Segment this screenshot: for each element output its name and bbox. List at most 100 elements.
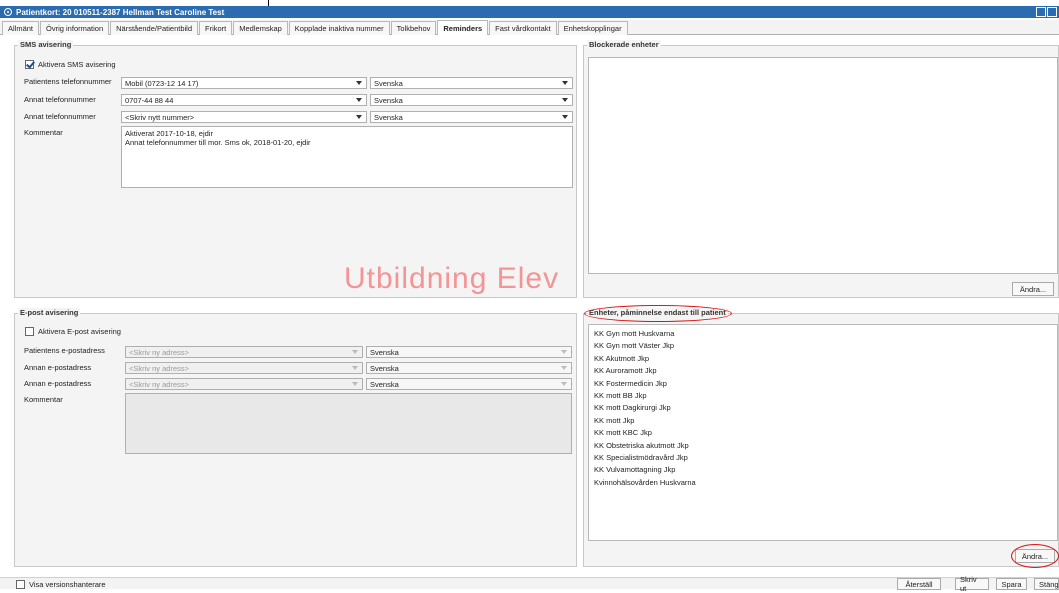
tab-narstaende[interactable]: Närstående/Patientbild [110,21,199,35]
email-address-select-2[interactable]: <Skriv ny adress> [125,362,363,374]
annotation-ellipse-button [1011,544,1059,568]
sms-comment-line: Aktiverat 2017-10-18, ejdir [125,129,213,138]
chevron-down-icon [562,98,568,102]
email-language-select-1[interactable]: Svenska [366,346,572,358]
email-language-value: Svenska [370,347,399,357]
chevron-down-icon [561,382,567,386]
email-language-value: Svenska [370,379,399,389]
list-item[interactable]: KK Vulvamottagning Jkp [589,464,1057,476]
chevron-down-icon [356,115,362,119]
email-address-value: <Skriv ny adress> [129,379,190,389]
sms-phone-value: Mobil (0723-12 14 17) [125,78,199,88]
sms-language-value: Svenska [374,78,403,88]
sms-comment-textarea[interactable]: Aktiverat 2017-10-18, ejdir Annat telefo… [121,126,573,188]
email-address-value: <Skriv ny adress> [129,363,190,373]
app-icon [4,8,12,16]
chevron-down-icon [352,382,358,386]
sms-phone-select-3[interactable]: <Skriv nytt nummer> [121,111,367,123]
email-panel-title: E-post avisering [18,308,81,317]
sms-comment-label: Kommentar [24,128,63,137]
window-titlebar: Patientkort: 20 010511-2387 Hellman Test… [0,6,1059,18]
sms-activate-label: Aktivera SMS avisering [38,60,116,69]
sms-language-select-1[interactable]: Svenska [370,77,573,89]
tab-allmant[interactable]: Allmänt [2,21,40,35]
blocked-change-button[interactable]: Ändra... [1012,282,1054,296]
list-item[interactable]: KK Auroramott Jkp [589,365,1057,377]
blocked-units-title: Blockerade enheter [587,40,661,49]
print-button[interactable]: Skriv ut [955,575,989,593]
tab-medlemskap[interactable]: Medlemskap [233,21,288,35]
list-item[interactable]: KK mott KBC Jkp [589,427,1057,439]
reminder-units-panel: Enheter, påminnelse endast till patient … [583,308,1059,567]
sms-phone-value: <Skriv nytt nummer> [125,112,195,122]
email-row-label: Patientens e-postadress [24,346,105,355]
email-address-select-1[interactable]: <Skriv ny adress> [125,346,363,358]
tab-kopplade-inaktiva[interactable]: Kopplade inaktiva nummer [288,21,390,35]
email-activate-row[interactable]: Aktivera E-post avisering [25,327,121,336]
blocked-units-list[interactable] [588,57,1058,274]
tab-bar: Allmänt Övrig information Närstående/Pat… [0,20,1059,35]
tab-frikort[interactable]: Frikort [199,21,233,35]
list-item[interactable]: KK mott Dagkirurgi Jkp [589,402,1057,414]
close-button[interactable]: Stäng [1034,578,1059,590]
tab-fast-vardkontakt[interactable]: Fast vårdkontakt [489,21,557,35]
training-watermark: Utbildning Elev [344,262,560,295]
email-row-label: Annan e-postadress [24,363,92,372]
list-item[interactable]: KK Obstetriska akutmott Jkp [589,440,1057,452]
list-item[interactable]: Kvinnohälsovården Huskvarna [589,477,1057,489]
version-label: Visa versionshanterare [29,580,106,589]
email-comment-textarea[interactable] [125,393,572,454]
tab-reminders[interactable]: Reminders [437,20,489,35]
email-address-value: <Skriv ny adress> [129,347,190,357]
reminder-units-list[interactable]: KK Gyn mott Huskvarna KK Gyn mott Väster… [588,324,1058,541]
footer-bar: Visa versionshanterare Återställ Skriv u… [0,575,1059,593]
chevron-down-icon [352,350,358,354]
email-address-select-3[interactable]: <Skriv ny adress> [125,378,363,390]
save-button[interactable]: Spara [996,578,1027,590]
email-language-select-2[interactable]: Svenska [366,362,572,374]
sms-phone-select-1[interactable]: Mobil (0723-12 14 17) [121,77,367,89]
reset-button[interactable]: Återställ [897,578,941,590]
list-item[interactable]: KK Fostermedicin Jkp [589,378,1057,390]
sms-panel-title: SMS avisering [18,40,74,49]
tab-tolkbehov[interactable]: Tolkbehov [390,21,437,35]
tab-ovrig-information[interactable]: Övrig information [40,21,110,35]
sms-language-value: Svenska [374,95,403,105]
list-item[interactable]: KK Gyn mott Väster Jkp [589,340,1057,352]
chevron-down-icon [561,366,567,370]
sms-language-value: Svenska [374,112,403,122]
minimize-button[interactable] [1036,7,1046,17]
email-activate-checkbox[interactable] [25,327,34,336]
sms-phone-value: 0707-44 88 44 [125,95,174,105]
sms-panel: SMS avisering Aktivera SMS avisering Pat… [14,40,577,298]
version-checkbox[interactable] [16,580,25,589]
tab-enhetskopplingar[interactable]: Enhetskopplingar [557,21,628,35]
email-panel: E-post avisering Aktivera E-post aviseri… [14,308,577,567]
chevron-down-icon [352,366,358,370]
maximize-button[interactable] [1047,7,1057,17]
chevron-down-icon [356,81,362,85]
email-language-select-3[interactable]: Svenska [366,378,572,390]
list-item[interactable]: KK Akutmott Jkp [589,353,1057,365]
sms-row-label: Patientens telefonnummer [24,77,112,86]
sms-activate-checkbox[interactable] [25,60,34,69]
email-comment-label: Kommentar [24,395,63,404]
sms-language-select-2[interactable]: Svenska [370,94,573,106]
window-title: Patientkort: 20 010511-2387 Hellman Test… [16,7,225,17]
list-item[interactable]: KK Specialistmödravård Jkp [589,452,1057,464]
chevron-down-icon [562,115,568,119]
sms-row-label: Annat telefonnummer [24,112,96,121]
email-activate-label: Aktivera E-post avisering [38,327,121,336]
email-row-label: Annan e-postadress [24,379,92,388]
blocked-units-panel: Blockerade enheter Ändra... [583,40,1059,298]
chevron-down-icon [562,81,568,85]
list-item[interactable]: KK mott Jkp [589,415,1057,427]
list-item[interactable]: KK Gyn mott Huskvarna [589,328,1057,340]
sms-language-select-3[interactable]: Svenska [370,111,573,123]
chevron-down-icon [356,98,362,102]
sms-phone-select-2[interactable]: 0707-44 88 44 [121,94,367,106]
sms-activate-row[interactable]: Aktivera SMS avisering [25,60,116,69]
list-item[interactable]: KK mott BB Jkp [589,390,1057,402]
sms-comment-line: Annat telefonnummer till mor. Sms ok, 20… [125,138,311,147]
version-row[interactable]: Visa versionshanterare [16,580,106,589]
